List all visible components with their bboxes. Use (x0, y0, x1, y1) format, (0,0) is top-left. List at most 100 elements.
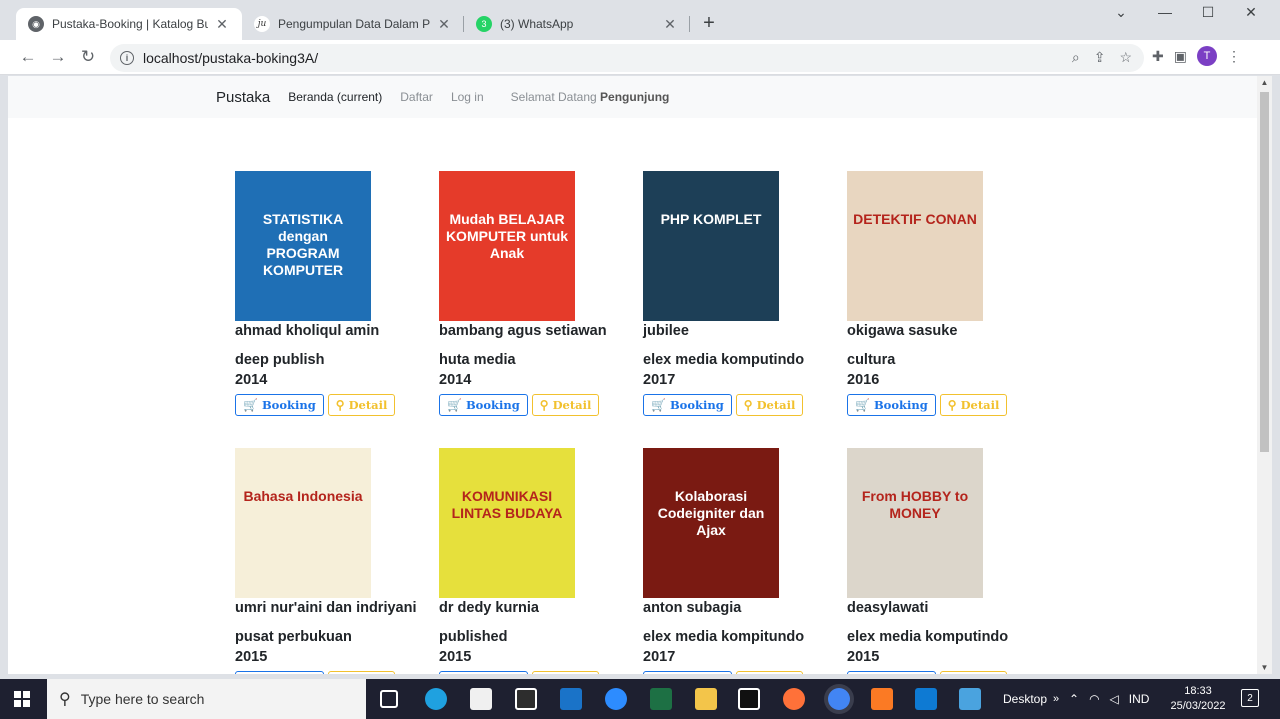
chevron-up-icon[interactable]: ⌃ (1069, 692, 1079, 706)
desktop-toolbar[interactable]: Desktop » (1003, 679, 1059, 719)
minimize-button[interactable]: — (1150, 4, 1180, 20)
book-cover-title: Mudah BELAJAR KOMPUTER untuk Anak (445, 211, 569, 261)
book-cover-title: DETEKTIF CONAN (853, 211, 977, 227)
detail-button[interactable]: ⚲Detail (327, 394, 396, 416)
new-tab-button[interactable]: + (698, 12, 720, 34)
tab-whatsapp[interactable]: 3 (3) WhatsApp ✕ (464, 8, 690, 40)
welcome-prefix: Selamat Datang (510, 90, 597, 104)
windows-start-icon[interactable] (14, 691, 30, 707)
close-icon[interactable]: ✕ (436, 16, 452, 33)
info-icon[interactable]: i (120, 51, 134, 65)
clock[interactable]: 18:33 25/03/2022 (1168, 684, 1228, 714)
close-icon[interactable]: ✕ (662, 16, 678, 33)
book-publisher: elex media komputindo (643, 352, 805, 368)
volume-icon[interactable]: ◁ (1110, 692, 1119, 706)
tab-pengumpulan-data[interactable]: ju Pengumpulan Data Dalam Penelit ✕ (242, 8, 464, 40)
cart-icon: 🛒 (243, 398, 258, 412)
detail-button[interactable]: ⚲Detail (939, 671, 1008, 674)
book-card: DETEKTIF CONAN okigawa sasuke cultura 2016 🛒… (847, 171, 1047, 416)
detail-button[interactable]: ⚲Detail (327, 671, 396, 674)
site-brand[interactable]: Pustaka (216, 89, 270, 106)
detail-button[interactable]: ⚲Detail (531, 394, 600, 416)
security-icon[interactable] (515, 688, 537, 710)
store-icon[interactable] (470, 688, 492, 710)
booking-button[interactable]: 🛒Booking (439, 671, 528, 674)
book-actions: 🛒Booking⚲Detail (847, 671, 1047, 674)
book-card: From HOBBY to MONEY deasylawati elex media… (847, 448, 1047, 674)
language-indicator[interactable]: IND (1129, 692, 1150, 706)
star-icon[interactable]: ☆ (1119, 49, 1132, 66)
book-actions: 🛒Booking⚲Detail (439, 671, 639, 674)
zoom-icon[interactable]: ⌕ (1072, 49, 1080, 66)
book-year: 2015 (847, 649, 880, 665)
nav-login[interactable]: Log in (451, 90, 484, 104)
detail-button[interactable]: ⚲Detail (531, 671, 600, 674)
booking-button[interactable]: 🛒Booking (235, 671, 324, 674)
booking-button[interactable]: 🛒Booking (847, 394, 936, 416)
tab-title: Pengumpulan Data Dalam Penelit (278, 17, 430, 31)
browser-tab-strip: ◉ Pustaka-Booking | Katalog Buku ✕ ju Pe… (0, 0, 1280, 40)
search-icon: ⚲ (743, 398, 753, 412)
booking-button[interactable]: 🛒Booking (643, 394, 732, 416)
firefox-icon[interactable] (783, 688, 805, 710)
booking-button[interactable]: 🛒Booking (643, 671, 732, 674)
page-scrollbar[interactable]: ▲ ▼ (1257, 76, 1272, 674)
booking-button[interactable]: 🛒Booking (439, 394, 528, 416)
task-view-icon[interactable] (380, 690, 398, 708)
book-actions: 🛒Booking⚲Detail (643, 671, 843, 674)
file-explorer-icon[interactable] (695, 688, 717, 710)
menu-icon[interactable]: ⋮ (1227, 48, 1241, 65)
clock-time: 18:33 (1184, 685, 1212, 697)
avatar[interactable]: T (1196, 46, 1217, 66)
chevron-down-icon[interactable]: ⌄ (1106, 4, 1136, 21)
omnibox-actions: ⌕ ⇪ ☆ (1072, 49, 1132, 66)
detail-button[interactable]: ⚲Detail (735, 671, 804, 674)
extensions-icon[interactable]: ✚ (1152, 48, 1164, 65)
book-card: PHP KOMPLET jubilee elex media komputindo 2… (643, 171, 843, 416)
forward-button[interactable]: → (47, 46, 69, 68)
share-icon[interactable]: ⇪ (1094, 49, 1106, 66)
url-text[interactable]: localhost/pustaka-boking3A/ (143, 50, 318, 66)
tab-pustaka-booking[interactable]: ◉ Pustaka-Booking | Katalog Buku ✕ (16, 8, 242, 40)
book-author: bambang agus setiawan (439, 323, 607, 339)
search-icon: ⚲ (539, 398, 549, 412)
scrollbar-thumb[interactable] (1260, 92, 1269, 452)
mail-icon[interactable] (560, 688, 582, 710)
wifi-icon[interactable]: ◠ (1089, 692, 1099, 706)
desktop-label[interactable]: Desktop (1003, 692, 1047, 706)
edge-icon[interactable] (425, 688, 447, 710)
side-panel-icon[interactable]: ▣ (1174, 48, 1187, 65)
media-app-icon[interactable] (738, 688, 760, 710)
booking-button[interactable]: 🛒Booking (847, 671, 936, 674)
search-placeholder[interactable]: Type here to search (81, 691, 205, 707)
chrome-icon[interactable] (828, 688, 850, 710)
book-actions: 🛒Booking⚲Detail (235, 394, 435, 416)
detail-button[interactable]: ⚲Detail (735, 394, 804, 416)
book-cover-title: PHP KOMPLET (660, 211, 762, 227)
maximize-button[interactable]: ☐ (1193, 4, 1223, 21)
close-window-button[interactable]: ✕ (1236, 4, 1266, 21)
close-icon[interactable]: ✕ (214, 16, 230, 33)
photos-icon[interactable] (959, 688, 981, 710)
scroll-down-icon[interactable]: ▼ (1257, 663, 1272, 672)
scroll-up-icon[interactable]: ▲ (1257, 78, 1272, 87)
back-button[interactable]: ← (17, 46, 39, 68)
excel-icon[interactable] (650, 688, 672, 710)
nav-daftar[interactable]: Daftar (400, 90, 433, 104)
booking-button[interactable]: 🛒Booking (235, 394, 324, 416)
detail-button[interactable]: ⚲Detail (939, 394, 1008, 416)
welcome-user: Pengunjung (600, 90, 670, 104)
chevron-right-icon[interactable]: » (1053, 693, 1059, 705)
nav-beranda[interactable]: Beranda (current) (288, 90, 382, 104)
taskbar-search[interactable]: ⚲ Type here to search (47, 679, 366, 719)
zoom-app-icon[interactable] (605, 688, 627, 710)
reload-button[interactable]: ↻ (77, 46, 99, 68)
address-bar[interactable]: i localhost/pustaka-boking3A/ ⌕ ⇪ ☆ (110, 44, 1144, 72)
xampp-icon[interactable] (871, 688, 893, 710)
book-year: 2016 (847, 372, 880, 388)
notification-icon[interactable]: 2 (1241, 689, 1259, 707)
book-cover-title: Bahasa Indonesia (243, 488, 363, 504)
vscode-icon[interactable] (915, 688, 937, 710)
browser-toolbar: ← → ↻ i localhost/pustaka-boking3A/ ⌕ ⇪ … (0, 40, 1280, 75)
journal-icon: ju (254, 16, 270, 32)
